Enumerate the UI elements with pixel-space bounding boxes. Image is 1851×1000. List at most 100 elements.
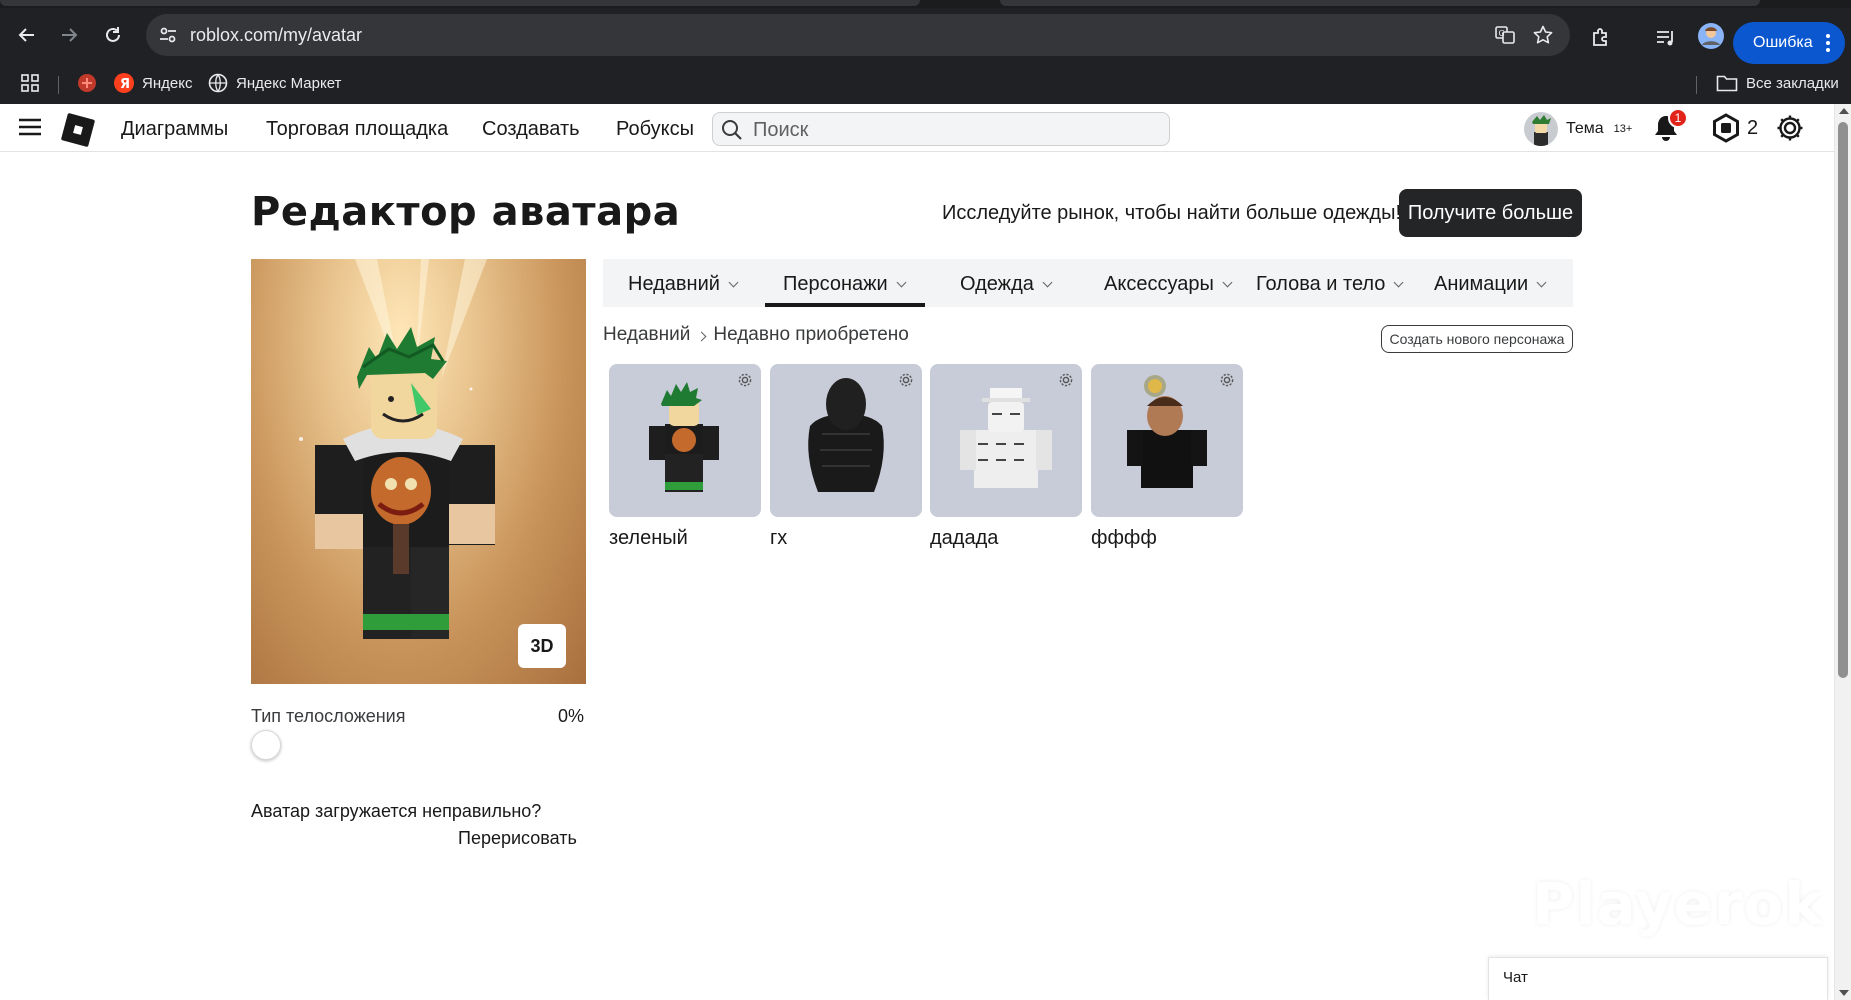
reload-icon	[106, 27, 120, 42]
character-thumbnail[interactable]	[1091, 364, 1243, 517]
back-button[interactable]	[12, 20, 42, 50]
character-card[interactable]: дадада	[930, 364, 1082, 550]
avatar-preview[interactable]: 3D	[251, 259, 586, 684]
tab-accessories[interactable]: Аксессуары	[1104, 273, 1233, 296]
tab-label: Голова и тело	[1256, 273, 1386, 295]
character-card[interactable]: зеленый	[609, 364, 761, 550]
globe-icon	[208, 73, 228, 93]
nav-marketplace[interactable]: Торговая площадка	[266, 118, 448, 141]
search-input[interactable]	[753, 117, 1153, 143]
get-more-button[interactable]: Получите больше	[1399, 189, 1582, 237]
bookmark-label: Яндекс	[142, 74, 193, 92]
page-title: Редактор аватара	[251, 189, 681, 235]
chat-bar[interactable]: Чат	[1488, 957, 1828, 1000]
translate-icon[interactable]: G	[1494, 24, 1516, 51]
tab-head-body[interactable]: Голова и тело	[1256, 273, 1404, 296]
tab-animations[interactable]: Анимации	[1434, 273, 1547, 296]
forward-button[interactable]	[54, 20, 84, 50]
robux-balance[interactable]: 2	[1711, 113, 1758, 143]
chevron-down-icon	[1536, 277, 1547, 287]
bookmark-star-icon[interactable]	[1532, 24, 1554, 51]
bookmarks-bar: Я Яндекс Яндекс Маркет Все закладки	[0, 62, 1851, 104]
character-card[interactable]: гх	[770, 364, 922, 550]
all-bookmarks[interactable]: Все закладки	[1716, 70, 1839, 96]
active-tab-indicator	[765, 303, 925, 307]
roblox-logo-icon[interactable]	[60, 112, 96, 153]
redraw-link[interactable]: Перерисовать	[458, 828, 577, 849]
gear-icon[interactable]	[898, 372, 914, 393]
profile-icon[interactable]	[1697, 22, 1725, 55]
chevron-down-icon	[1393, 277, 1404, 287]
tab-clothing[interactable]: Одежда	[960, 273, 1053, 296]
character-name: фффф	[1091, 527, 1157, 549]
media-control-icon[interactable]	[1654, 26, 1678, 55]
breadcrumb-parent[interactable]: Недавний	[603, 324, 690, 346]
bookmark-yandex[interactable]: Я Яндекс	[114, 70, 192, 96]
extensions-icon[interactable]	[1589, 26, 1613, 55]
bookmark-separator	[58, 76, 59, 94]
body-type-slider[interactable]	[251, 728, 586, 762]
scroll-down-arrow-icon[interactable]	[1839, 990, 1849, 996]
age-tag: 13+	[1613, 123, 1633, 135]
settings-gear-icon[interactable]	[1775, 113, 1805, 148]
tab-recent[interactable]: Недавний	[628, 273, 739, 296]
watermark: Playerok	[1532, 870, 1824, 938]
body-type-label: Тип телосложения	[251, 706, 406, 726]
bookmark-yandex-market[interactable]: Яндекс Маркет	[208, 70, 341, 96]
address-bar[interactable]: roblox.com/my/avatar G	[146, 14, 1570, 56]
search-box[interactable]	[712, 112, 1170, 146]
url-text[interactable]: roblox.com/my/avatar	[190, 25, 362, 46]
chevron-down-icon	[1222, 277, 1233, 287]
svg-text:G: G	[1499, 29, 1505, 38]
nav-charts[interactable]: Диаграммы	[121, 118, 228, 141]
user-profile-link[interactable]: Тема 13+	[1524, 112, 1632, 146]
menu-icon[interactable]	[18, 117, 42, 142]
more-vert-icon	[1825, 33, 1831, 58]
gear-icon[interactable]	[1219, 372, 1235, 393]
tab-characters[interactable]: Персонажи	[783, 273, 907, 296]
bookmark-separator	[1696, 76, 1697, 94]
tab-strip	[0, 0, 1851, 8]
tab-label: Аксессуары	[1104, 273, 1214, 295]
character-name: зеленый	[609, 527, 688, 549]
breadcrumb: Недавний Недавно приобретено	[603, 324, 909, 346]
chevron-down-icon	[896, 277, 907, 287]
folder-icon	[1716, 75, 1738, 92]
chevron-down-icon	[728, 277, 739, 287]
character-name: дадада	[930, 527, 999, 549]
avatar-character-image	[299, 259, 495, 639]
page-scrollbar[interactable]	[1834, 104, 1851, 1000]
slider-knob[interactable]	[251, 730, 281, 760]
error-button[interactable]: Ошибка	[1733, 22, 1845, 64]
all-bookmarks-label: Все закладки	[1746, 74, 1839, 92]
site-settings-icon[interactable]	[158, 25, 178, 50]
scrollbar-thumb[interactable]	[1838, 122, 1848, 678]
category-tabs: Недавний Персонажи Одежда Аксессуары Гол…	[603, 259, 1573, 307]
character-thumbnail[interactable]	[930, 364, 1082, 517]
character-card[interactable]: фффф	[1091, 364, 1243, 550]
bookmark-folder-icon-red[interactable]	[76, 70, 98, 96]
gear-icon[interactable]	[1058, 372, 1074, 393]
view-3d-button[interactable]: 3D	[518, 624, 566, 668]
nav-create[interactable]: Создавать	[482, 118, 580, 141]
body-type-value: 0%	[558, 706, 585, 726]
address-row: roblox.com/my/avatar G Ошибка	[0, 8, 1851, 64]
robux-amount: 2	[1747, 116, 1759, 139]
explore-market-text: Исследуйте рынок, чтобы найти больше оде…	[942, 202, 1401, 224]
create-character-button[interactable]: Создать нового персонажа	[1381, 325, 1573, 353]
scroll-up-arrow-icon[interactable]	[1839, 108, 1849, 114]
tab-label: Недавний	[628, 273, 720, 295]
character-thumbnail[interactable]	[770, 364, 922, 517]
redraw-question: Аватар загружается неправильно?	[251, 801, 542, 821]
reload-button[interactable]	[98, 20, 128, 50]
tab-label: Одежда	[960, 273, 1034, 295]
robux-icon	[1713, 113, 1739, 143]
character-thumbnail[interactable]	[609, 364, 761, 517]
apps-grid-icon[interactable]	[20, 70, 40, 96]
browser-tab[interactable]	[0, 0, 920, 6]
search-icon	[721, 119, 743, 146]
nav-robux[interactable]: Робуксы	[616, 118, 694, 141]
chevron-down-icon	[1042, 277, 1053, 287]
gear-icon[interactable]	[737, 372, 753, 393]
browser-tab[interactable]	[1000, 0, 1760, 6]
